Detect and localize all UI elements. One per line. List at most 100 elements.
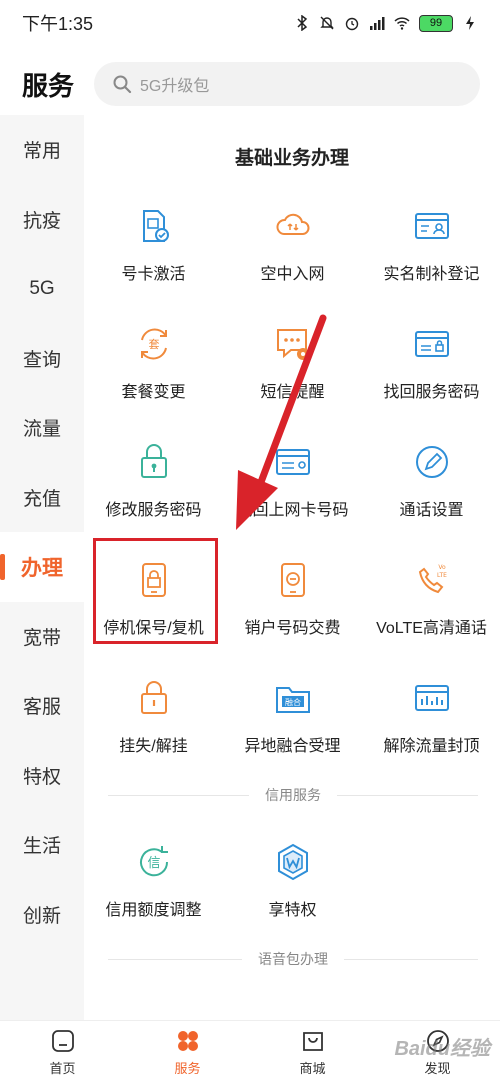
category-sidebar: 常用 抗疫 5G 查询 流量 充值 办理 宽带 客服 特权 生活 创新 xyxy=(0,115,84,1020)
service-air-activation[interactable]: 空中入网 xyxy=(223,200,362,300)
sidebar-item-common[interactable]: 常用 xyxy=(0,115,84,185)
sidebar-item-broadband[interactable]: 宽带 xyxy=(0,602,84,672)
service-sms-reminder[interactable]: 短信提醒 xyxy=(223,318,362,418)
charging-icon xyxy=(466,16,474,30)
service-report-loss-unlock[interactable]: 挂失/解挂 xyxy=(84,672,223,772)
service-suspend-keep-number[interactable]: 停机保号/复机 xyxy=(84,554,223,654)
id-card-icon xyxy=(414,213,449,239)
nav-services[interactable]: 服务 xyxy=(125,1021,250,1084)
phone-minus-icon xyxy=(280,563,305,597)
wifi-icon xyxy=(394,17,410,30)
service-call-settings[interactable]: 通话设置 xyxy=(362,436,500,536)
service-label: 空中入网 xyxy=(260,266,325,283)
sidebar-item-query[interactable]: 查询 xyxy=(0,324,84,394)
svg-text:Vo: Vo xyxy=(438,564,446,571)
sidebar-item-label: 5G xyxy=(29,277,55,299)
service-recover-data-card-number[interactable]: 找回上网卡号码 xyxy=(223,436,362,536)
privilege-shield-icon xyxy=(277,843,308,881)
sidebar-item-life[interactable]: 生活 xyxy=(0,810,84,880)
service-label: 实名制补登记 xyxy=(383,266,480,283)
sidebar-item-data[interactable]: 流量 xyxy=(0,393,84,463)
sidebar-item-label: 办理 xyxy=(21,556,63,580)
search-placeholder: 5G升级包 xyxy=(140,78,210,95)
sidebar-item-label: 特权 xyxy=(22,766,61,788)
service-closed-account-payment[interactable]: 销户号码交费 xyxy=(223,554,362,654)
sidebar-item-label: 客服 xyxy=(22,697,61,719)
service-real-name-registration[interactable]: 实名制补登记 xyxy=(362,200,500,300)
service-label: 挂失/解挂 xyxy=(119,738,188,755)
sidebar-item-handle[interactable]: 办理 xyxy=(0,532,84,602)
services-icon xyxy=(177,1031,198,1051)
sidebar-item-label: 流量 xyxy=(22,419,61,441)
service-label: 套餐变更 xyxy=(121,384,186,401)
nav-label: 首页 xyxy=(49,1061,76,1076)
lock-icon xyxy=(140,444,167,478)
svg-text:融合: 融合 xyxy=(285,697,301,707)
data-card-icon xyxy=(275,449,310,475)
home-icon xyxy=(51,1030,74,1052)
service-remove-data-cap[interactable]: 解除流量封顶 xyxy=(362,672,500,772)
battery-indicator: 99 xyxy=(419,14,453,32)
section-divider-credit: 信用服务 xyxy=(108,785,478,805)
header: 服务 5G升级包 xyxy=(0,56,500,112)
page-title: 服务 xyxy=(22,71,75,101)
status-time: 下午1:35 xyxy=(22,14,94,34)
service-sim-activation[interactable]: 号卡激活 xyxy=(84,200,223,300)
svg-text:信: 信 xyxy=(147,856,160,871)
service-label: 信用额度调整 xyxy=(105,902,202,919)
watermark: Baidu经验 xyxy=(394,1038,490,1060)
sidebar-item-label: 宽带 xyxy=(22,627,61,649)
service-credit-limit-adjust[interactable]: 信 信用额度调整 xyxy=(84,836,223,936)
service-change-service-password[interactable]: 修改服务密码 xyxy=(84,436,223,536)
data-chart-icon xyxy=(414,685,449,711)
sidebar-item-privilege[interactable]: 特权 xyxy=(0,741,84,811)
service-label: 找回服务密码 xyxy=(383,384,480,401)
nav-home[interactable]: 首页 xyxy=(0,1021,125,1084)
sidebar-item-recharge[interactable]: 充值 xyxy=(0,463,84,533)
status-icons: 99 xyxy=(294,14,478,32)
pencil-icon xyxy=(415,446,448,478)
nav-label: 商城 xyxy=(299,1061,326,1076)
package-change-icon: 套 xyxy=(140,328,167,360)
section-title-basic: 基础业务办理 xyxy=(234,148,349,169)
alarm-icon xyxy=(345,17,359,31)
padlock-icon xyxy=(140,681,167,714)
sidebar-item-customer-service[interactable]: 客服 xyxy=(0,671,84,741)
nav-label: 服务 xyxy=(174,1061,201,1076)
mute-bell-icon xyxy=(320,16,334,30)
phone-lock-icon xyxy=(141,563,166,597)
search-input[interactable]: 5G升级包 xyxy=(94,62,480,106)
service-label: 修改服务密码 xyxy=(105,502,202,519)
sms-settings-icon xyxy=(276,329,309,360)
service-label: 异地融合受理 xyxy=(244,738,341,755)
password-recovery-icon xyxy=(414,331,449,357)
service-package-change[interactable]: 套 套餐变更 xyxy=(84,318,223,418)
sidebar-item-label: 抗疫 xyxy=(22,210,61,232)
service-label: 找回上网卡号码 xyxy=(236,502,349,519)
sidebar-item-label: 充值 xyxy=(22,488,61,510)
sidebar-item-anti-epidemic[interactable]: 抗疫 xyxy=(0,185,84,255)
sidebar-item-innovation[interactable]: 创新 xyxy=(0,880,84,950)
service-label: 通话设置 xyxy=(399,502,464,519)
service-volte-hd-call[interactable]: Vo LTE VoLTE高清通话 xyxy=(362,554,500,654)
section-title-credit: 信用服务 xyxy=(265,787,321,803)
service-label: 短信提醒 xyxy=(260,384,325,401)
shopping-bag-icon xyxy=(302,1032,323,1051)
credit-circle-icon: 信 xyxy=(139,846,168,877)
nav-mall[interactable]: 商城 xyxy=(250,1021,375,1084)
search-icon xyxy=(113,75,132,94)
sidebar-item-5g[interactable]: 5G xyxy=(0,254,84,324)
sidebar-item-label: 查询 xyxy=(22,349,61,371)
service-label: 停机保号/复机 xyxy=(103,620,204,637)
service-label: 享特权 xyxy=(268,902,317,919)
sidebar-item-label: 生活 xyxy=(22,836,61,858)
cloud-upload-icon xyxy=(276,213,309,235)
service-enjoy-privilege[interactable]: 享特权 xyxy=(223,836,362,936)
sidebar-item-label: 创新 xyxy=(22,905,61,927)
signal-icon xyxy=(370,17,385,30)
section-divider-voice: 语音包办理 xyxy=(108,949,478,969)
service-remote-fusion[interactable]: 融合 异地融合受理 xyxy=(223,672,362,772)
bluetooth-icon xyxy=(297,15,308,31)
service-recover-service-password[interactable]: 找回服务密码 xyxy=(362,318,500,418)
sidebar-item-label: 常用 xyxy=(22,141,61,163)
